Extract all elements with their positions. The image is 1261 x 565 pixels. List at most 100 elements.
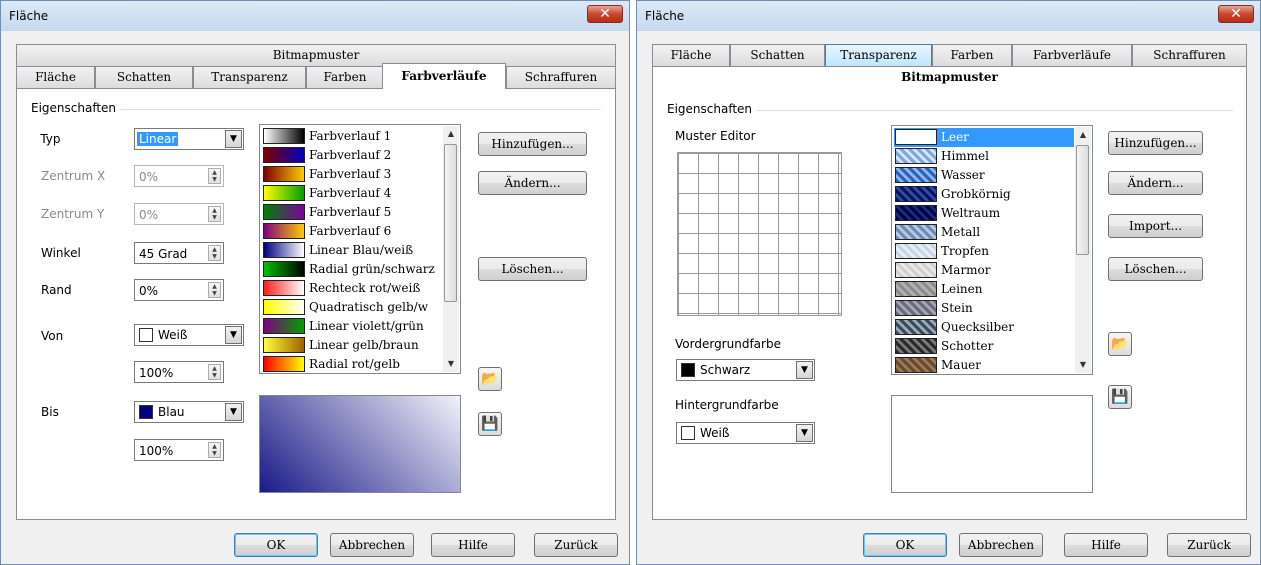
tab-farben[interactable]: Farben xyxy=(932,44,1012,66)
list-item[interactable]: Metall xyxy=(894,223,1074,242)
list-item[interactable]: Leinen xyxy=(894,280,1074,299)
scroll-down-icon[interactable]: ▼ xyxy=(1075,357,1091,373)
hintergrund-color-select[interactable]: Weiß ▼ xyxy=(676,422,815,444)
hinzufuegen-button[interactable]: Hinzufügen... xyxy=(1108,131,1203,155)
scroll-down-icon[interactable]: ▼ xyxy=(443,356,459,372)
load-button[interactable]: 📂 xyxy=(478,367,502,391)
list-item[interactable]: Farbverlauf 3 xyxy=(262,165,442,184)
list-item[interactable]: Linear Blau/weiß xyxy=(262,241,442,260)
spin-arrows-icon[interactable]: ▲ ▼ xyxy=(208,364,221,380)
chevron-down-icon[interactable]: ▼ xyxy=(796,424,813,442)
vordergrund-color-select[interactable]: Schwarz ▼ xyxy=(676,359,815,381)
tab-schraffuren[interactable]: Schraffuren xyxy=(506,66,616,88)
save-button[interactable]: 💾 xyxy=(1108,385,1132,409)
abbrechen-button[interactable]: Abbrechen xyxy=(330,533,414,557)
bis-intensity-spinner[interactable]: 100% ▲ ▼ xyxy=(134,439,224,461)
group-label-eigenschaften: Eigenschaften xyxy=(31,101,117,115)
loeschen-button[interactable]: Löschen... xyxy=(478,257,587,281)
spin-arrows-icon[interactable]: ▲ ▼ xyxy=(208,206,221,222)
bis-color-select[interactable]: Blau ▼ xyxy=(134,401,244,423)
list-item[interactable]: Wasser xyxy=(894,166,1074,185)
save-button[interactable]: 💾 xyxy=(478,412,502,436)
zurueck-button[interactable]: Zurück xyxy=(534,533,618,557)
spin-arrows-icon[interactable]: ▲ ▼ xyxy=(208,442,221,458)
scroll-thumb[interactable] xyxy=(1076,145,1089,255)
ok-button[interactable]: OK xyxy=(863,533,947,557)
tab-transparenz[interactable]: Transparenz xyxy=(825,44,932,66)
hilfe-button[interactable]: Hilfe xyxy=(1064,533,1148,557)
list-item[interactable]: Himmel xyxy=(894,147,1074,166)
loeschen-button[interactable]: Löschen... xyxy=(1108,257,1203,281)
winkel-spinner[interactable]: 45 Grad ▲ ▼ xyxy=(134,242,224,264)
vordergrund-swatch xyxy=(681,363,695,377)
list-item[interactable]: Quecksilber xyxy=(894,318,1074,337)
tab-farbverlaeufe[interactable]: Farbverläufe xyxy=(382,63,506,89)
gradient-list-scrollbar[interactable]: ▲ ▼ xyxy=(443,126,459,372)
bitmap-list-scrollbar[interactable]: ▲ ▼ xyxy=(1075,127,1091,373)
tab-schraffuren[interactable]: Schraffuren xyxy=(1132,44,1247,66)
load-button[interactable]: 📂 xyxy=(1108,332,1132,356)
import-button[interactable]: Import... xyxy=(1108,214,1203,238)
list-item[interactable]: Schotter xyxy=(894,337,1074,356)
zentrum-x-spinner[interactable]: 0% ▲ ▼ xyxy=(134,165,224,187)
typ-select[interactable]: Linear ▼ xyxy=(134,128,244,150)
gradient-list[interactable]: Farbverlauf 1 Farbverlauf 2 Farbverlauf 3 F… xyxy=(259,124,461,374)
list-item[interactable]: Rechteck rot/weiß xyxy=(262,279,442,298)
tab-transparenz[interactable]: Transparenz xyxy=(193,66,306,88)
list-item[interactable]: Farbverlauf 4 xyxy=(262,184,442,203)
list-item[interactable]: Farbverlauf 1 xyxy=(262,127,442,146)
list-item[interactable]: Radial grün/schwarz xyxy=(262,260,442,279)
list-item[interactable]: Weltraum xyxy=(894,204,1074,223)
hinzufuegen-button[interactable]: Hinzufügen... xyxy=(478,132,587,156)
ok-button[interactable]: OK xyxy=(234,533,318,557)
list-item[interactable]: Linear gelb/braun xyxy=(262,336,442,355)
list-item[interactable]: Farbverlauf 5 xyxy=(262,203,442,222)
list-item[interactable]: Grobkörnig xyxy=(894,185,1074,204)
spin-arrows-icon[interactable]: ▲ ▼ xyxy=(208,245,221,261)
list-item[interactable]: Radial rot/gelb xyxy=(262,355,442,373)
scroll-up-icon[interactable]: ▲ xyxy=(443,126,459,142)
bitmap-list[interactable]: Leer Himmel Wasser Grobkörnig Weltraum Metall… xyxy=(891,125,1093,375)
aendern-button[interactable]: Ändern... xyxy=(1108,171,1203,195)
abbrechen-button[interactable]: Abbrechen xyxy=(959,533,1043,557)
list-item[interactable]: Stein xyxy=(894,299,1074,318)
tab-bitmapmuster[interactable]: Bitmapmuster xyxy=(16,44,616,66)
bitmap-preview xyxy=(891,395,1093,493)
chevron-down-icon[interactable]: ▼ xyxy=(225,326,242,344)
chevron-down-icon[interactable]: ▼ xyxy=(225,130,242,148)
list-item[interactable]: Quadratisch gelb/w xyxy=(262,298,442,317)
list-item[interactable]: Farbverlauf 6 xyxy=(262,222,442,241)
von-intensity-spinner[interactable]: 100% ▲ ▼ xyxy=(134,361,224,383)
left-title-bar[interactable]: Fläche ✕ xyxy=(1,1,629,31)
list-item[interactable]: Linear violett/grün xyxy=(262,317,442,336)
von-color-select[interactable]: Weiß ▼ xyxy=(134,324,244,346)
rand-spinner[interactable]: 0% ▲ ▼ xyxy=(134,279,224,301)
spin-arrows-icon[interactable]: ▲ ▼ xyxy=(208,282,221,298)
tab-farbverlaeufe[interactable]: Farbverläufe xyxy=(1012,44,1132,66)
tab-schatten[interactable]: Schatten xyxy=(95,66,193,88)
tab-bitmapmuster[interactable]: Bitmapmuster xyxy=(653,67,1246,89)
left-close-button[interactable]: ✕ xyxy=(587,5,623,23)
tab-schatten[interactable]: Schatten xyxy=(730,44,825,66)
right-title-bar[interactable]: Fläche ✕ xyxy=(637,1,1260,31)
pattern-editor-grid[interactable] xyxy=(677,152,842,316)
chevron-down-icon[interactable]: ▼ xyxy=(225,403,242,421)
tab-farben[interactable]: Farben xyxy=(306,66,384,88)
tab-flaeche[interactable]: Fläche xyxy=(16,66,95,88)
list-item[interactable]: Mauer xyxy=(894,356,1074,374)
list-item[interactable]: Farbverlauf 2 xyxy=(262,146,442,165)
aendern-button[interactable]: Ändern... xyxy=(478,171,587,195)
spin-arrows-icon[interactable]: ▲ ▼ xyxy=(208,168,221,184)
list-item[interactable]: Marmor xyxy=(894,261,1074,280)
tab-flaeche[interactable]: Fläche xyxy=(652,44,730,66)
chevron-down-icon[interactable]: ▼ xyxy=(796,361,813,379)
right-close-button[interactable]: ✕ xyxy=(1218,5,1254,23)
scroll-thumb[interactable] xyxy=(444,144,457,302)
thumbnail xyxy=(263,242,305,258)
zurueck-button[interactable]: Zurück xyxy=(1167,533,1251,557)
zentrum-y-spinner[interactable]: 0% ▲ ▼ xyxy=(134,203,224,225)
list-item[interactable]: Tropfen xyxy=(894,242,1074,261)
hilfe-button[interactable]: Hilfe xyxy=(431,533,515,557)
scroll-up-icon[interactable]: ▲ xyxy=(1075,127,1091,143)
list-item[interactable]: Leer xyxy=(894,128,1074,147)
